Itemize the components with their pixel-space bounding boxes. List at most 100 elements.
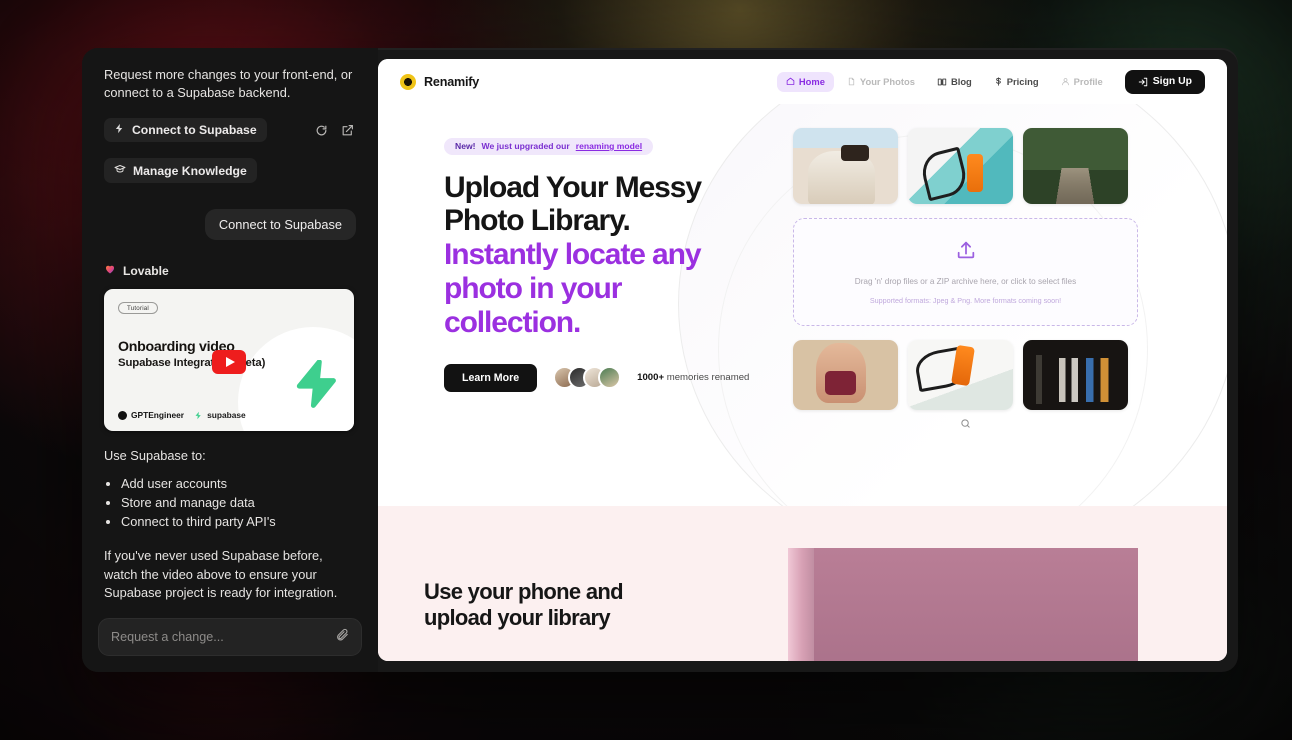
supabase-note-text: If you've never used Supabase before, wa… (104, 548, 338, 601)
nav-item-blog[interactable]: Blog (928, 72, 981, 92)
learn-more-button[interactable]: Learn More (444, 363, 538, 392)
user-icon (1061, 78, 1069, 86)
bottom-title-line-1: Use your phone and (424, 579, 624, 604)
list-item: Connect to third party API's (121, 513, 356, 531)
hero-headline: Upload Your Messy Photo Library. Instant… (444, 171, 774, 340)
site-logo[interactable]: Renamify (400, 73, 480, 90)
tutorial-tag: Tutorial (118, 302, 159, 315)
nav-item-home[interactable]: Home (776, 71, 834, 92)
composer-wrapper: Request a change... (82, 608, 378, 672)
dropzone-sub-text: Supported formats: Jpeg & Png. More form… (869, 295, 1062, 305)
bottom-title-line-2: upload your library (424, 604, 611, 630)
bottom-section-title: Use your phone and upload your library (424, 579, 754, 631)
social-proof-count: 1000+ (637, 372, 665, 384)
hero-cta-row: Learn More 1000+ memories renamed (444, 363, 774, 392)
nav-item-pricing[interactable]: Pricing (985, 72, 1048, 92)
site-brand-name: Renamify (424, 74, 480, 89)
use-supabase-heading: Use Supabase to: (104, 448, 206, 464)
gptengineer-logo: GPTEngineer (118, 410, 184, 420)
file-icon (848, 77, 855, 86)
nav-item-your-photos[interactable]: Your Photos (838, 72, 924, 92)
photo-row-bottom (793, 340, 1138, 410)
home-icon (786, 77, 795, 85)
chat-input-placeholder[interactable]: Request a change... (111, 630, 335, 644)
site-navbar: Renamify Home Your Photos Blog Pricing P… (378, 59, 1227, 104)
badge-link[interactable]: renaming model (576, 141, 642, 151)
connect-to-supabase-pill[interactable]: Connect to Supabase (104, 118, 267, 143)
book-icon (937, 78, 947, 85)
badge-new-label: New! (455, 141, 476, 151)
hero-announcement-badge[interactable]: New! We just upgraded our renaming model (444, 137, 654, 155)
nav-item-profile-label: Profile (1073, 76, 1103, 87)
supabase-mark-icon (293, 359, 337, 413)
headline-line-1: Upload Your Messy (444, 170, 702, 204)
target-circle-icon (400, 73, 416, 90)
heart-icon (104, 262, 116, 280)
room-illustration (788, 548, 1138, 661)
photo-forest-boardwalk[interactable] (1023, 128, 1128, 204)
refresh-icon[interactable] (312, 121, 330, 139)
video-card-logos: GPTEngineer supabase (118, 410, 246, 420)
dropzone-main-text: Drag 'n' drop files or a ZIP archive her… (854, 277, 1077, 287)
headline-accent-1: Instantly locate any (444, 238, 702, 272)
user-message-bubble: Connect to Supabase (204, 209, 356, 241)
avatar (598, 366, 622, 390)
headline-accent-2: photo in your (444, 272, 622, 306)
nav-item-pricing-label: Pricing (1006, 76, 1039, 87)
external-link-icon[interactable] (338, 121, 356, 139)
lovable-brand-row: Lovable (104, 262, 356, 280)
photo-shelf-bottles[interactable] (1023, 340, 1128, 410)
signup-button[interactable]: Sign Up (1124, 69, 1205, 94)
chat-composer[interactable]: Request a change... (98, 618, 362, 656)
connect-supabase-row: Connect to Supabase (104, 118, 356, 143)
youtube-play-icon[interactable] (212, 350, 246, 375)
social-proof-text: 1000+ memories renamed (637, 372, 749, 383)
signup-label: Sign Up (1152, 76, 1192, 87)
headline-accent-3: collection. (444, 306, 581, 340)
search-icon[interactable] (960, 416, 971, 434)
connect-to-supabase-label: Connect to Supabase (132, 123, 257, 138)
lightning-bolt-icon (114, 123, 125, 137)
photo-couple-camera[interactable] (793, 128, 898, 204)
avatar-stack (553, 366, 622, 390)
paperclip-icon[interactable] (335, 628, 349, 647)
nav-item-home-label: Home (798, 76, 825, 87)
phone-upload-section: Use your phone and upload your library (378, 506, 1227, 661)
photo-beach-sunscreen[interactable] (793, 340, 898, 410)
app-window: Request more changes to your front-end, … (82, 48, 1238, 672)
photo-row-top (793, 128, 1138, 204)
list-item: Add user accounts (121, 475, 356, 493)
nav-item-blog-label: Blog (950, 76, 972, 87)
chat-scroll-area[interactable]: Request more changes to your front-end, … (82, 48, 378, 608)
social-proof-label: memories renamed (666, 372, 750, 384)
hero-right-column: Drag 'n' drop files or a ZIP archive her… (793, 128, 1138, 434)
learn-more-label: Learn More (462, 371, 520, 384)
hero-left-column: New! We just upgraded our renaming model… (444, 136, 774, 392)
use-supabase-bullets: Add user accounts Store and manage data … (121, 475, 356, 531)
supabase-logo: supabase (194, 410, 246, 420)
badge-text: We just upgraded our (481, 141, 570, 151)
onboarding-video-card[interactable]: Tutorial Onboarding video Supabase Integ… (104, 289, 354, 432)
upload-dropzone[interactable]: Drag 'n' drop files or a ZIP archive her… (793, 218, 1138, 326)
headline-line-2: Photo Library. (444, 204, 631, 238)
chat-panel: Request more changes to your front-end, … (82, 48, 378, 672)
manage-knowledge-label: Manage Knowledge (133, 163, 247, 178)
lovable-label: Lovable (123, 264, 169, 279)
user-message-row: Connect to Supabase (104, 209, 356, 241)
photo-towel-sunscreen[interactable] (908, 340, 1013, 410)
manage-knowledge-pill[interactable]: Manage Knowledge (104, 158, 257, 184)
assistant-intro-text: Request more changes to your front-end, … (104, 67, 353, 101)
upload-icon (955, 239, 977, 266)
login-arrow-icon (1138, 77, 1147, 86)
nav-item-your-photos-label: Your Photos (859, 76, 915, 87)
website-preview-pane[interactable]: Renamify Home Your Photos Blog Pricing P… (378, 59, 1227, 661)
dollar-icon (995, 77, 1001, 86)
search-icon-row (793, 416, 1138, 434)
manage-knowledge-row: Manage Knowledge (104, 158, 356, 184)
graduation-cap-icon (114, 163, 126, 178)
nav-item-profile[interactable]: Profile (1052, 72, 1112, 92)
hero-section: New! We just upgraded our renaming model… (378, 59, 1227, 564)
list-item: Store and manage data (121, 494, 356, 512)
site-nav-items: Home Your Photos Blog Pricing Profile Si… (776, 69, 1205, 94)
photo-sunglasses-poolside[interactable] (908, 128, 1013, 204)
